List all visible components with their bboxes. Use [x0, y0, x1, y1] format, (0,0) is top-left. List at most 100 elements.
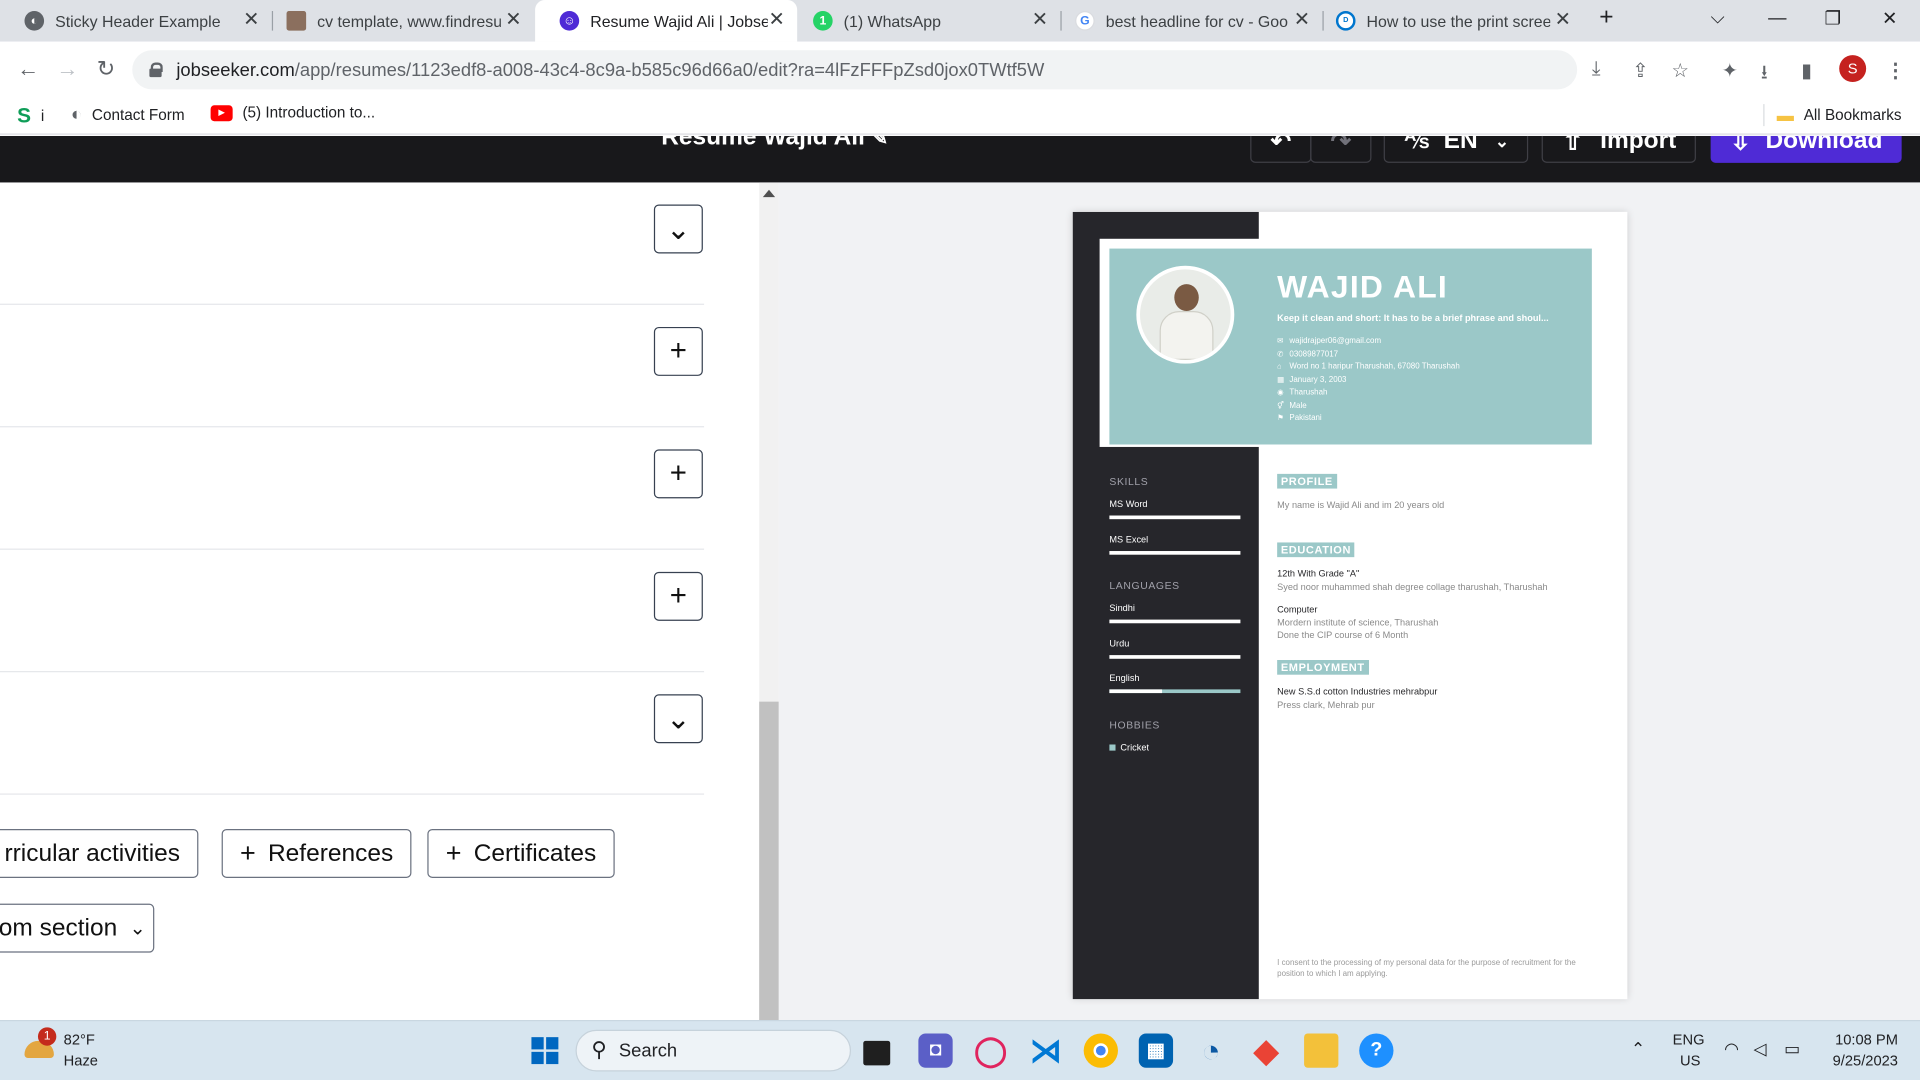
editor-sections-pane: ⌄ + + + ⌄ rricular activities + Reference…	[0, 182, 759, 1020]
wifi-icon[interactable]: ◠	[1724, 1038, 1739, 1059]
new-tab-button[interactable]: +	[1599, 4, 1613, 32]
add-extracurricular-button[interactable]: rricular activities	[0, 828, 199, 878]
undo-button[interactable]: ↶	[1250, 135, 1312, 163]
resume-header-panel: WAJID ALI Keep it clean and short: It ha…	[1109, 248, 1592, 445]
import-button[interactable]: ⇧ Import	[1541, 135, 1696, 163]
file-explorer-icon[interactable]	[1304, 1033, 1339, 1068]
language-level-bar	[1109, 689, 1241, 694]
show-hidden-icons-chevron-icon[interactable]: ⌃	[1631, 1038, 1645, 1059]
tab-title: cv template, www.findresu	[317, 11, 501, 31]
tab-resume-active[interactable]: ☺ Resume Wajid Ali | Jobseek ✕	[535, 0, 798, 42]
share-icon[interactable]: ⇪	[1632, 59, 1648, 83]
skills-heading: SKILLS	[1109, 475, 1149, 488]
scroll-up-arrow-icon[interactable]	[762, 189, 776, 198]
bookmark-s[interactable]: S i	[17, 104, 44, 128]
location-icon: ◉	[1277, 389, 1284, 397]
close-icon[interactable]: ✕	[505, 10, 521, 31]
taskbar-search[interactable]: ⚲ Search	[575, 1029, 852, 1072]
vscode-icon[interactable]: ⋊	[1029, 1032, 1063, 1069]
clock-time[interactable]: 10:08 PM	[1825, 1031, 1898, 1048]
reload-icon[interactable]: ↻	[97, 56, 115, 82]
weather-widget[interactable]: 1	[22, 1027, 57, 1067]
section-row: +	[0, 305, 705, 428]
back-arrow-icon[interactable]: ←	[17, 56, 39, 82]
store-icon[interactable]: ▦	[1138, 1033, 1174, 1068]
education-detail: Done the CIP course of 6 Month	[1277, 629, 1409, 641]
minimize-button[interactable]: —	[1768, 7, 1786, 28]
add-custom-section-button[interactable]: om section ⌄	[0, 903, 155, 953]
downloads-icon[interactable]: ⭳	[1761, 59, 1768, 92]
resume-title[interactable]: Resume Wajid Ali ✎	[661, 136, 888, 152]
translate-icon: ⅍	[1404, 135, 1429, 154]
opera-icon[interactable]: ◯	[973, 1033, 1007, 1067]
kebab-menu-icon[interactable]: ⋮	[1886, 59, 1906, 83]
education-heading: EDUCATION	[1277, 542, 1355, 558]
bookmark-youtube[interactable]: ▶ (5) Introduction to...	[210, 104, 375, 121]
windows-start-icon[interactable]	[528, 1033, 562, 1067]
add-entry-button[interactable]: +	[653, 326, 703, 376]
edge-icon[interactable]: ◔	[1194, 1032, 1228, 1069]
profile-photo	[1136, 265, 1235, 364]
scrollbar-thumb[interactable]	[759, 701, 779, 1021]
close-icon[interactable]: ✕	[768, 10, 784, 31]
sections-scrollbar[interactable]	[759, 182, 779, 1021]
profile-avatar[interactable]: S	[1839, 55, 1867, 83]
input-language-bottom[interactable]: US	[1680, 1052, 1700, 1069]
expand-section-button[interactable]: ⌄	[653, 694, 703, 744]
forward-arrow-icon[interactable]: →	[56, 56, 78, 82]
all-bookmarks-label: All Bookmarks	[1803, 106, 1902, 124]
plus-icon: +	[669, 579, 687, 613]
get-help-icon[interactable]: ?	[1359, 1033, 1394, 1068]
add-references-button[interactable]: + References	[221, 828, 412, 878]
task-view-icon[interactable]	[863, 1040, 891, 1066]
jobseeker-icon: ☺	[559, 11, 580, 31]
add-certificates-button[interactable]: + Certificates	[427, 828, 615, 878]
resume-document: WAJID ALI Keep it clean and short: It ha…	[1072, 211, 1628, 1000]
install-icon[interactable]: ⤓	[1592, 59, 1601, 81]
language-select[interactable]: ⅍ EN ⌄	[1383, 135, 1529, 163]
skill-level-bar	[1109, 515, 1241, 520]
anydesk-icon[interactable]: ◆	[1249, 1032, 1283, 1069]
clock-date[interactable]: 9/25/2023	[1820, 1052, 1898, 1069]
tab-print-screen[interactable]: D How to use the print scree ✕	[1311, 0, 1583, 42]
close-icon[interactable]: ✕	[1555, 10, 1571, 31]
chrome-icon[interactable]	[1083, 1033, 1118, 1068]
tab-whatsapp[interactable]: 1 (1) WhatsApp ✕	[789, 0, 1061, 42]
volume-icon[interactable]: ◁	[1753, 1038, 1766, 1059]
all-bookmarks[interactable]: ▬ All Bookmarks	[1763, 104, 1902, 127]
undo-icon: ↶	[1270, 135, 1292, 155]
window-close-button[interactable]: ✕	[1882, 7, 1897, 30]
restore-button[interactable]: ❐	[1825, 7, 1841, 30]
sidepanel-icon[interactable]: ▮	[1801, 59, 1812, 83]
edit-icon[interactable]: ✎	[872, 136, 888, 149]
add-entry-button[interactable]: +	[653, 571, 703, 621]
page-content: Resume Wajid Ali ✎ ↶ ↷ ⅍ EN ⌄ ⇧ Import ⇩ Dow…	[0, 135, 1920, 1021]
expand-section-button[interactable]: ⌄	[653, 204, 703, 254]
battery-icon[interactable]: ▭	[1784, 1038, 1800, 1059]
tab-google-search[interactable]: G best headline for cv - Goo ✕	[1051, 0, 1323, 42]
input-language-top[interactable]: ENG	[1673, 1031, 1705, 1048]
employment-heading: EMPLOYMENT	[1277, 660, 1369, 675]
tab-search-chevron-icon[interactable]: ⌵	[1711, 7, 1725, 28]
star-icon[interactable]: ☆	[1671, 59, 1689, 83]
tab-cv-template[interactable]: cv template, www.findresu ✕	[262, 0, 534, 42]
consent-text: I consent to the processing of my person…	[1277, 958, 1576, 979]
notification-badge: 1	[37, 1027, 57, 1046]
extensions-icon[interactable]: ✦	[1722, 59, 1738, 83]
close-icon[interactable]: ✕	[1032, 10, 1048, 31]
plus-icon: +	[240, 837, 256, 869]
phone-icon: ✆	[1277, 350, 1284, 359]
bookmark-contact-form[interactable]: ◐ Contact Form	[71, 104, 185, 125]
tab-sticky-header[interactable]: ◐ Sticky Header Example ✕	[0, 0, 272, 42]
close-icon[interactable]: ✕	[1294, 10, 1310, 31]
add-entry-button[interactable]: +	[653, 449, 703, 499]
url-text: jobseeker.com/app/resumes/1123edf8-a008-…	[176, 59, 1045, 81]
employment-title: New S.S.d cotton Industries mehrabpur	[1277, 685, 1438, 697]
teams-chat-icon[interactable]: ◘	[918, 1033, 953, 1068]
s-logo-icon: S	[17, 104, 32, 128]
close-icon[interactable]: ✕	[243, 10, 259, 31]
address-bar[interactable]: jobseeker.com/app/resumes/1123edf8-a008-…	[132, 50, 1578, 90]
employment-detail: Press clark, Mehrab pur	[1277, 699, 1375, 711]
download-button[interactable]: ⇩ Download	[1710, 135, 1902, 163]
redo-button[interactable]: ↷	[1310, 135, 1372, 163]
